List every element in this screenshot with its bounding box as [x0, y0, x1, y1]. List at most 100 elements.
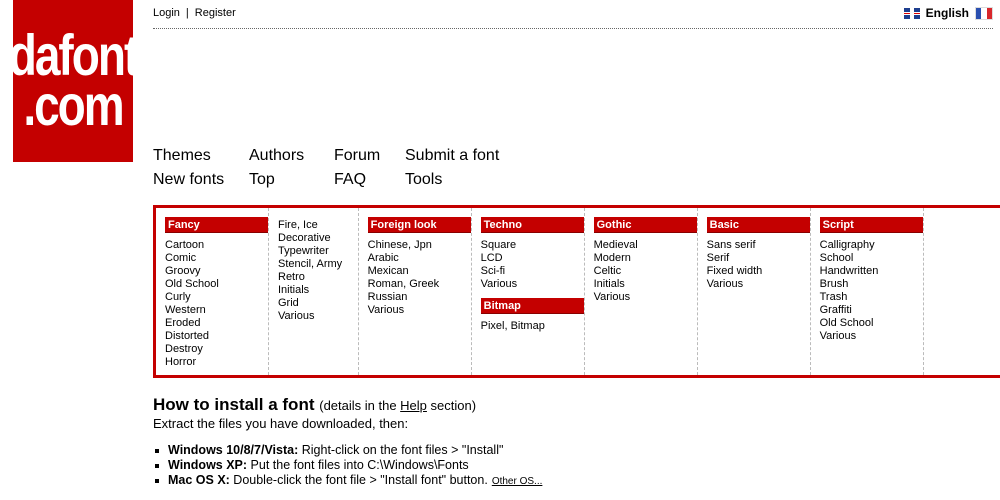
category-column-gothic: Gothic Medieval Modern Celtic Initials Vario…	[585, 208, 698, 375]
category-column-foreign: Foreign look Chinese, Jpn Arabic Mexican Ro…	[359, 208, 472, 375]
install-step-mac: Mac OS X: Double-click the font file > "…	[155, 473, 993, 488]
category-link[interactable]: Groovy	[165, 265, 268, 278]
install-instructions: How to install a font (details in the He…	[153, 395, 993, 488]
category-link[interactable]: Cartoon	[165, 239, 268, 252]
install-steps: Windows 10/8/7/Vista: Right-click on the…	[153, 443, 993, 488]
nav-themes[interactable]: Themes	[153, 144, 224, 168]
category-header-techno[interactable]: Techno	[480, 217, 584, 233]
category-link[interactable]: Russian	[368, 291, 471, 304]
language-label[interactable]: English	[926, 6, 969, 20]
category-link[interactable]: Pixel, Bitmap	[481, 320, 584, 333]
nav-submit-font[interactable]: Submit a font	[405, 144, 499, 168]
nav-new-fonts[interactable]: New fonts	[153, 168, 224, 192]
dafont-logo[interactable]: dafont .com	[9, 0, 139, 162]
category-link[interactable]: Typewriter	[278, 245, 358, 258]
category-link[interactable]: Distorted	[165, 330, 268, 343]
nav-column-1: Themes New fonts	[153, 144, 224, 192]
category-link[interactable]: Various	[278, 310, 358, 323]
category-link[interactable]: Decorative	[278, 232, 358, 245]
category-link[interactable]: Various	[707, 278, 810, 291]
help-link[interactable]: Help	[400, 398, 427, 413]
install-title: How to install a font	[153, 395, 315, 414]
nav-forum[interactable]: Forum	[334, 144, 380, 168]
category-link[interactable]: Sans serif	[707, 239, 810, 252]
category-link[interactable]: Various	[594, 291, 697, 304]
category-link[interactable]: Stencil, Army	[278, 258, 358, 271]
register-link[interactable]: Register	[195, 7, 236, 19]
category-column-fancy-more: Fire, Ice Decorative Typewriter Stencil, Ar…	[269, 208, 359, 375]
category-link[interactable]: Old School	[820, 317, 923, 330]
category-link[interactable]: Fire, Ice	[278, 219, 358, 232]
category-link[interactable]: Graffiti	[820, 304, 923, 317]
category-link[interactable]: Serif	[707, 252, 810, 265]
uk-flag-icon[interactable]	[903, 7, 920, 19]
step-os: Windows 10/8/7/Vista:	[168, 443, 299, 457]
category-column-techno: Techno Square LCD Sci-fi Various Bitmap Pix…	[472, 208, 585, 375]
category-header-gothic[interactable]: Gothic	[593, 217, 697, 233]
category-list-bitmap: Pixel, Bitmap	[481, 320, 584, 333]
category-link[interactable]: Trash	[820, 291, 923, 304]
category-header-foreign-look[interactable]: Foreign look	[367, 217, 471, 233]
category-header-bitmap[interactable]: Bitmap	[480, 298, 584, 314]
login-link[interactable]: Login	[153, 7, 180, 19]
step-os: Mac OS X:	[168, 473, 230, 487]
category-link[interactable]: Horror	[165, 356, 268, 369]
category-link[interactable]: Initials	[278, 284, 358, 297]
top-divider	[153, 28, 993, 29]
other-os-link[interactable]: Other OS...	[492, 476, 543, 487]
category-link[interactable]: School	[820, 252, 923, 265]
category-link[interactable]: Sci-fi	[481, 265, 584, 278]
category-link[interactable]: Western	[165, 304, 268, 317]
category-link[interactable]: Square	[481, 239, 584, 252]
category-link[interactable]: Various	[481, 278, 584, 291]
french-flag-red	[986, 7, 992, 19]
logo-line-2: .com	[23, 72, 124, 138]
category-link[interactable]: Handwritten	[820, 265, 923, 278]
category-link[interactable]: Comic	[165, 252, 268, 265]
category-link[interactable]: Destroy	[165, 343, 268, 356]
nav-authors[interactable]: Authors	[249, 144, 304, 168]
category-list-gothic: Medieval Modern Celtic Initials Various	[594, 239, 697, 304]
category-link[interactable]: Arabic	[368, 252, 471, 265]
step-os: Windows XP:	[168, 458, 248, 472]
category-link[interactable]: Mexican	[368, 265, 471, 278]
step-text: Put the font files into C:\Windows\Fonts	[247, 458, 469, 472]
nav-column-2: Authors Top	[249, 144, 304, 192]
category-link[interactable]: Chinese, Jpn	[368, 239, 471, 252]
category-link[interactable]: Retro	[278, 271, 358, 284]
nav-faq[interactable]: FAQ	[334, 168, 380, 192]
nav-top[interactable]: Top	[249, 168, 304, 192]
category-link[interactable]: Brush	[820, 278, 923, 291]
language-selector: English	[903, 6, 993, 20]
category-link[interactable]: Medieval	[594, 239, 697, 252]
category-link[interactable]: Fixed width	[707, 265, 810, 278]
category-link[interactable]: Modern	[594, 252, 697, 265]
category-menu: Fancy Cartoon Comic Groovy Old School Curly W…	[153, 205, 1000, 378]
nav-tools[interactable]: Tools	[405, 168, 499, 192]
category-list-fancy-more: Fire, Ice Decorative Typewriter Stencil, Ar…	[278, 219, 358, 323]
category-link[interactable]: Various	[368, 304, 471, 317]
category-header-basic[interactable]: Basic	[706, 217, 810, 233]
install-step-windows-10: Windows 10/8/7/Vista: Right-click on the…	[155, 443, 993, 458]
install-step-windows-xp: Windows XP: Put the font files into C:\W…	[155, 458, 993, 473]
category-link[interactable]: Old School	[165, 278, 268, 291]
category-list-techno: Square LCD Sci-fi Various	[481, 239, 584, 291]
category-link[interactable]: Calligraphy	[820, 239, 923, 252]
category-link[interactable]: Initials	[594, 278, 697, 291]
category-link[interactable]: Eroded	[165, 317, 268, 330]
category-link[interactable]: Grid	[278, 297, 358, 310]
install-title-row: How to install a font (details in the He…	[153, 395, 993, 415]
category-list-script: Calligraphy School Handwritten Brush Trash Gr…	[820, 239, 923, 343]
french-flag-icon[interactable]	[975, 6, 993, 20]
category-link[interactable]: Curly	[165, 291, 268, 304]
category-header-fancy[interactable]: Fancy	[165, 217, 268, 233]
category-link[interactable]: Celtic	[594, 265, 697, 278]
category-link[interactable]: LCD	[481, 252, 584, 265]
category-link[interactable]: Roman, Greek	[368, 278, 471, 291]
category-link[interactable]: Various	[820, 330, 923, 343]
details-suffix: section)	[426, 398, 477, 413]
category-column-basic: Basic Sans serif Serif Fixed width Various	[698, 208, 811, 375]
category-header-script[interactable]: Script	[819, 217, 923, 233]
category-list-basic: Sans serif Serif Fixed width Various	[707, 239, 810, 291]
step-text: Right-click on the font files > "Install…	[298, 443, 504, 457]
